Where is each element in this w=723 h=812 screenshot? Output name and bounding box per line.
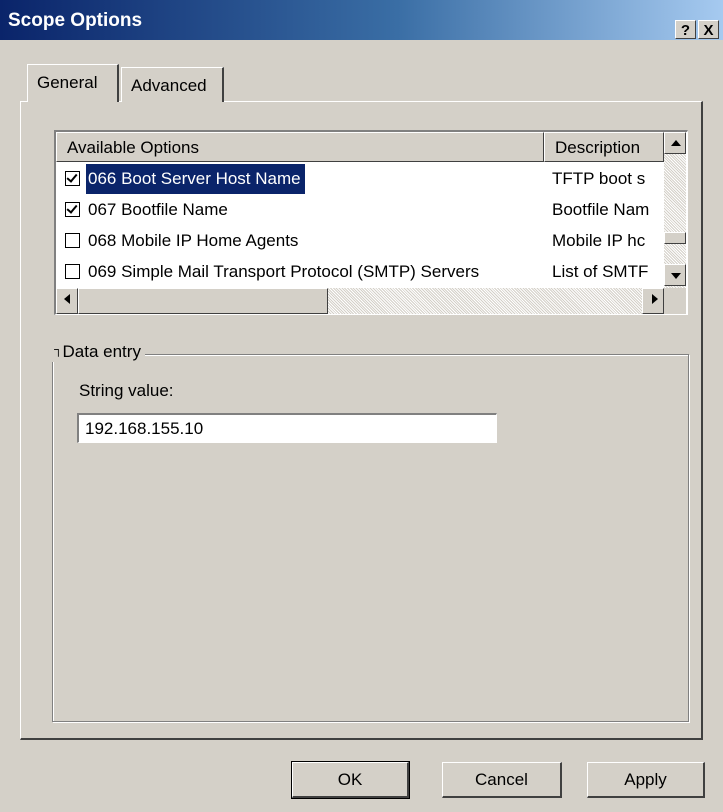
arrow-right-icon [652,294,658,304]
option-description: Bootfile Nam [552,200,650,219]
scroll-down-button[interactable] [664,264,686,286]
vertical-scroll-thumb[interactable] [664,232,686,244]
data-entry-group [52,354,689,722]
option-description: List of SMTF [552,262,649,281]
arrow-down-icon [671,273,681,279]
option-name: 066 Boot Server Host Name [86,164,305,194]
data-entry-legend: ┐Data entry [52,342,145,362]
column-header-description[interactable]: Description [544,132,664,162]
scroll-up-button[interactable] [664,132,686,154]
ok-button[interactable]: OK [291,761,410,799]
option-checkbox[interactable] [65,171,80,186]
option-name: 067 Bootfile Name [88,200,228,219]
option-name: 069 Simple Mail Transport Protocol (SMTP… [88,262,480,281]
arrow-left-icon [64,294,70,304]
tab-general-label: General [37,73,98,92]
tab-general[interactable]: General [27,64,119,102]
string-value-label: String value: [79,381,174,400]
help-button[interactable]: ? [675,20,696,39]
scope-options-dialog: Scope Options ? X General Advanced Avail… [0,0,723,812]
column-header-available-options[interactable]: Available Options [56,132,544,162]
option-checkbox[interactable] [65,202,80,217]
title-bar[interactable]: Scope Options ? X [0,0,723,40]
scroll-left-button[interactable] [56,288,78,314]
list-item[interactable]: 067 Bootfile Name Bootfile Nam [56,195,662,225]
cancel-button[interactable]: Cancel [442,762,562,798]
scrollbar-corner [664,288,686,314]
option-name: 068 Mobile IP Home Agents [88,231,299,250]
list-item[interactable]: 069 Simple Mail Transport Protocol (SMTP… [56,257,662,287]
apply-button[interactable]: Apply [587,762,705,798]
option-description: Mobile IP hc [552,231,646,250]
tab-advanced-label: Advanced [131,76,207,95]
close-button[interactable]: X [698,20,719,39]
vertical-scrollbar[interactable] [664,132,686,288]
available-options-list[interactable]: Available Options Description 066 Boot S… [54,130,688,315]
tab-advanced[interactable]: Advanced [121,67,224,102]
option-checkbox[interactable] [65,264,80,279]
list-item[interactable]: 066 Boot Server Host Name TFTP boot s [56,164,662,194]
horizontal-scroll-thumb[interactable] [78,288,328,314]
scroll-right-button[interactable] [642,288,664,314]
window-title: Scope Options [8,10,143,31]
string-value-input[interactable] [77,413,497,443]
horizontal-scrollbar[interactable] [56,288,664,314]
list-item[interactable]: 068 Mobile IP Home Agents Mobile IP hc [56,226,662,256]
option-description: TFTP boot s [552,169,646,188]
option-checkbox[interactable] [65,233,80,248]
group-marker-icon: ┐ [54,342,63,356]
arrow-up-icon [671,140,681,146]
